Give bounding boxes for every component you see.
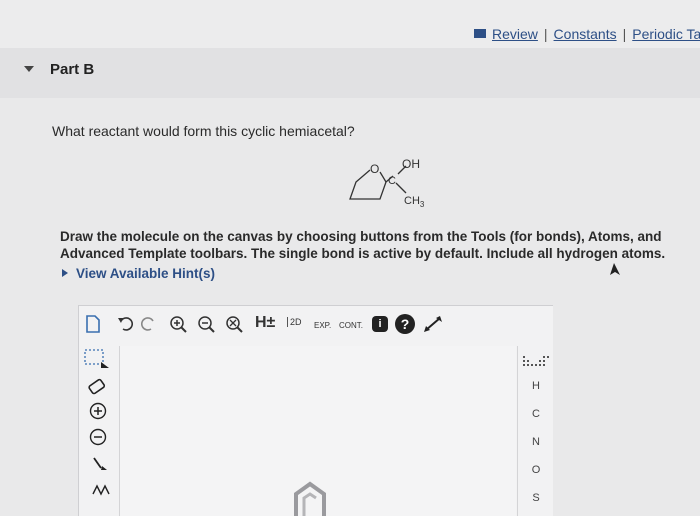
expand-triangle-icon <box>62 269 68 277</box>
atoms-toolbar: H C N O S <box>517 346 554 516</box>
atom-h-button[interactable]: H <box>528 380 544 392</box>
redo-icon[interactable] <box>141 315 157 331</box>
part-header[interactable] <box>0 48 700 98</box>
methyl-label: CH <box>404 195 420 207</box>
undo-icon[interactable] <box>117 315 133 331</box>
instructions-text: Draw the molecule on the canvas by choos… <box>60 229 666 261</box>
molecule-editor: H± 2D EXP. CONT. i ? H C N O S <box>78 305 553 516</box>
book-icon <box>474 29 486 38</box>
atom-o-button[interactable]: O <box>528 464 544 476</box>
question-text: What reactant would form this cyclic hem… <box>52 123 355 139</box>
hydroxyl-label: OH <box>402 157 420 171</box>
drawing-canvas[interactable] <box>120 346 516 516</box>
info-button[interactable]: i <box>372 316 388 332</box>
constants-link[interactable]: Constants <box>554 26 617 42</box>
atom-s-button[interactable]: S <box>528 492 544 504</box>
zoom-out-icon[interactable] <box>197 315 217 335</box>
selection-tool-icon[interactable] <box>83 348 111 370</box>
atom-n-button[interactable]: N <box>528 436 544 448</box>
template-ring-icon[interactable] <box>290 476 330 516</box>
carbon-label: C <box>388 175 396 187</box>
resource-links: Review | Constants | Periodic Tabl <box>474 26 700 42</box>
separator: | <box>543 26 548 42</box>
eraser-tool-icon[interactable] <box>87 378 109 398</box>
methyl-subscript: 3 <box>420 200 425 209</box>
charge-minus-icon[interactable] <box>89 428 107 446</box>
hydrogen-toggle-button[interactable]: H± <box>255 314 275 332</box>
separator: | <box>622 26 627 42</box>
single-bond-tool-icon[interactable] <box>91 454 109 472</box>
contract-button[interactable]: CONT. <box>339 321 363 330</box>
review-link[interactable]: Review <box>492 26 538 42</box>
periodic-table-icon[interactable] <box>522 354 550 370</box>
2d-clean-button[interactable]: 2D <box>287 317 302 327</box>
collapse-caret-icon[interactable] <box>24 66 34 72</box>
oxygen-label: O <box>370 162 379 176</box>
svg-text:CH3: CH3 <box>404 195 425 209</box>
part-title: Part B <box>50 61 95 78</box>
editor-toolbar: H± 2D EXP. CONT. i ? <box>79 306 553 346</box>
fullscreen-icon[interactable] <box>423 315 443 333</box>
tools-toolbar <box>79 346 120 516</box>
expand-button[interactable]: EXP. <box>314 321 331 330</box>
view-hints-toggle[interactable]: View Available Hint(s) <box>62 266 215 281</box>
help-button[interactable]: ? <box>395 314 415 334</box>
hemiacetal-structure: O C OH CH3 <box>349 157 425 209</box>
chain-tool-icon[interactable] <box>91 480 111 498</box>
periodic-table-link[interactable]: Periodic Tabl <box>632 26 700 42</box>
zoom-reset-icon[interactable] <box>225 315 245 335</box>
mouse-pointer-icon <box>610 263 620 275</box>
atom-c-button[interactable]: C <box>528 408 544 420</box>
hint-label: View Available Hint(s) <box>76 266 216 281</box>
zoom-in-icon[interactable] <box>169 315 189 335</box>
charge-plus-icon[interactable] <box>89 402 107 420</box>
new-document-icon[interactable] <box>85 315 101 333</box>
